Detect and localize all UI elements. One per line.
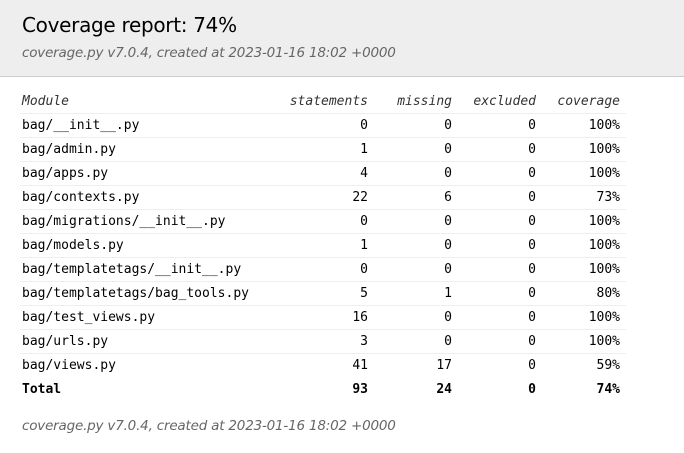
- table-row: bag/views.py 41 17 0 59%: [20, 354, 626, 378]
- footer-timestamp: , created at 2023-01-16 18:02 +0000: [148, 418, 396, 434]
- coverage-cell: 80%: [536, 281, 626, 306]
- excluded-cell: 0: [452, 257, 536, 282]
- missing-cell: 0: [368, 113, 452, 138]
- report-footer: coverage.py v7.0.4, created at 2023-01-1…: [22, 418, 396, 434]
- missing-cell: 0: [368, 209, 452, 234]
- missing-cell: 0: [368, 257, 452, 282]
- statements-cell: 5: [272, 281, 368, 306]
- total-label: Total: [22, 381, 62, 397]
- table-row: bag/admin.py 1 0 0 100%: [20, 137, 626, 162]
- statements-cell: 41: [352, 358, 368, 373]
- column-header-missing[interactable]: missing: [368, 89, 452, 114]
- missing-cell: 6: [368, 185, 452, 210]
- coverage-cell: 100%: [536, 209, 626, 234]
- module-link[interactable]: bag/test_views.py: [20, 305, 272, 330]
- page-title: Coverage report: 74%: [22, 13, 237, 37]
- module-link[interactable]: bag/views.py: [20, 354, 272, 378]
- excluded-cell: 0: [452, 113, 536, 138]
- coverage-cell: 100%: [536, 329, 626, 354]
- statements-cell: 1: [272, 233, 368, 258]
- coverage-cell: 73%: [536, 185, 626, 210]
- missing-cell: 0: [368, 233, 452, 258]
- coverage-tool-link[interactable]: coverage.py v7.0.4: [22, 45, 149, 61]
- statements-cell: 0: [272, 209, 368, 234]
- column-header-module[interactable]: Module: [20, 89, 272, 114]
- module-link[interactable]: bag/apps.py: [20, 161, 272, 186]
- coverage-cell: 100%: [536, 233, 626, 258]
- missing-cell: 0: [368, 137, 452, 162]
- missing-cell: 17: [436, 358, 452, 373]
- module-link[interactable]: bag/models.py: [20, 233, 272, 258]
- total-statements: 93: [352, 381, 368, 397]
- excluded-cell: 0: [452, 137, 536, 162]
- missing-cell: 0: [368, 161, 452, 186]
- module-link[interactable]: bag/urls.py: [20, 329, 272, 354]
- statements-cell: 4: [272, 161, 368, 186]
- table-row: bag/models.py 1 0 0 100%: [20, 233, 626, 258]
- module-link[interactable]: bag/contexts.py: [20, 185, 272, 210]
- missing-cell: 0: [368, 305, 452, 330]
- table-row: bag/templatetags/__init__.py 0 0 0 100%: [20, 257, 626, 282]
- excluded-cell: 0: [452, 329, 536, 354]
- module-link[interactable]: bag/__init__.py: [20, 113, 272, 138]
- excluded-cell: 0: [452, 233, 536, 258]
- coverage-cell: 59%: [596, 358, 620, 373]
- excluded-cell: 0: [528, 358, 536, 373]
- excluded-cell: 0: [452, 281, 536, 306]
- module-link[interactable]: bag/templatetags/__init__.py: [20, 257, 272, 282]
- statements-cell: 3: [272, 329, 368, 354]
- excluded-cell: 0: [452, 209, 536, 234]
- statements-cell: 22: [272, 185, 368, 210]
- table-row: bag/urls.py 3 0 0 100%: [20, 329, 626, 354]
- report-header: Coverage report: 74% coverage.py v7.0.4,…: [0, 0, 684, 77]
- excluded-cell: 0: [452, 161, 536, 186]
- column-header-excluded[interactable]: excluded: [452, 89, 536, 114]
- statements-cell: 0: [272, 257, 368, 282]
- statements-cell: 1: [272, 137, 368, 162]
- total-row: Total 93 24 0 74%: [20, 377, 626, 401]
- excluded-cell: 0: [452, 185, 536, 210]
- statements-cell: 16: [272, 305, 368, 330]
- table-row: bag/contexts.py 22 6 0 73%: [20, 185, 626, 210]
- coverage-cell: 100%: [536, 257, 626, 282]
- missing-cell: 0: [368, 329, 452, 354]
- coverage-cell: 100%: [536, 137, 626, 162]
- table-row: bag/__init__.py 0 0 0 100%: [20, 113, 626, 138]
- module-link[interactable]: bag/migrations/__init__.py: [20, 209, 272, 234]
- coverage-cell: 100%: [536, 113, 626, 138]
- excluded-cell: 0: [452, 305, 536, 330]
- missing-cell: 1: [368, 281, 452, 306]
- table-row: bag/test_views.py 16 0 0 100%: [20, 305, 626, 330]
- statements-cell: 0: [272, 113, 368, 138]
- table-row: bag/templatetags/bag_tools.py 5 1 0 80%: [20, 281, 626, 306]
- table-row: bag/apps.py 4 0 0 100%: [20, 161, 626, 186]
- total-missing: 24: [436, 381, 452, 397]
- coverage-cell: 100%: [536, 161, 626, 186]
- column-header-coverage[interactable]: coverage: [536, 89, 626, 114]
- total-coverage: 74%: [596, 381, 620, 397]
- table-row: bag/migrations/__init__.py 0 0 0 100%: [20, 209, 626, 234]
- footer-tool-link[interactable]: coverage.py v7.0.4: [22, 418, 149, 434]
- coverage-cell: 100%: [536, 305, 626, 330]
- module-link[interactable]: bag/admin.py: [20, 137, 272, 162]
- module-link[interactable]: bag/templatetags/bag_tools.py: [20, 281, 272, 306]
- column-header-statements[interactable]: statements: [272, 89, 368, 114]
- total-excluded: 0: [528, 381, 536, 397]
- table-header-row: Module statements missing excluded cover…: [20, 89, 626, 114]
- report-subtitle: coverage.py v7.0.4, created at 2023-01-1…: [22, 45, 396, 61]
- created-timestamp: , created at 2023-01-16 18:02 +0000: [148, 45, 396, 61]
- coverage-table: Module statements missing excluded cover…: [20, 89, 626, 401]
